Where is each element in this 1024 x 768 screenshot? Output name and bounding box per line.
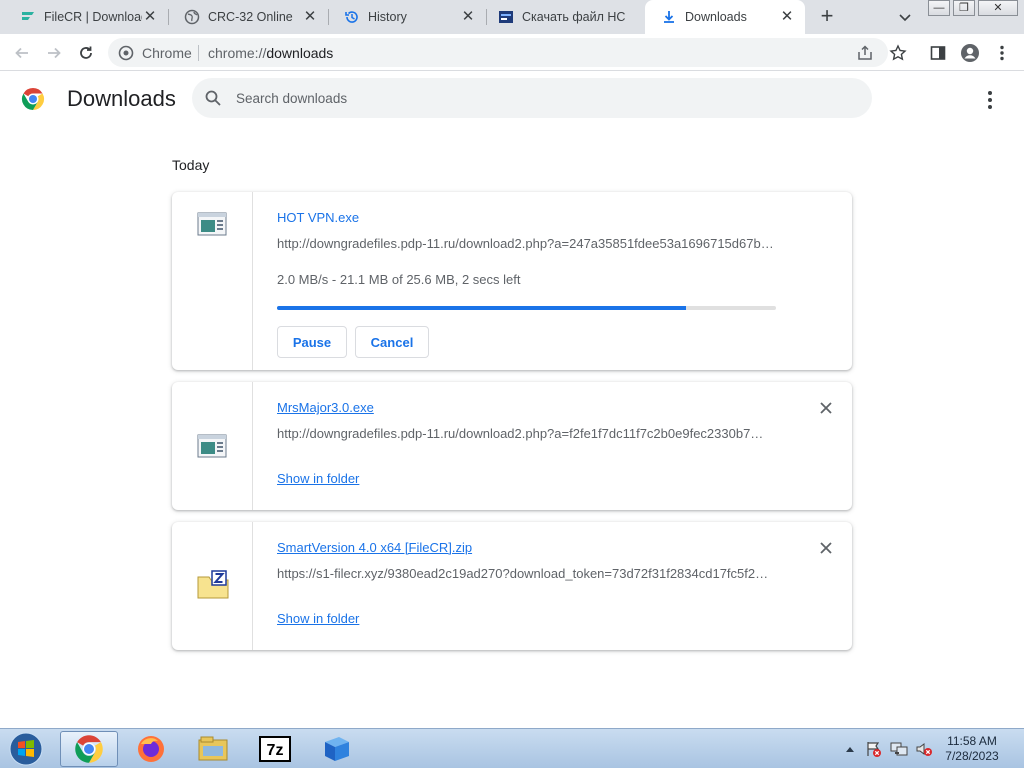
- file-name-link[interactable]: HOT VPN.exe: [277, 210, 359, 225]
- executable-icon: [196, 208, 228, 240]
- file-icon-column: [172, 192, 253, 370]
- tab-history[interactable]: History ✕: [328, 0, 486, 34]
- svg-text:7z: 7z: [267, 742, 284, 759]
- show-hidden-icons-chevron-icon[interactable]: [843, 729, 857, 768]
- clock-date: 7/28/2023: [945, 749, 999, 763]
- tab-strip: FileCR | Download ✕ CRC-32 Online ✕ Hist…: [0, 0, 1024, 34]
- action-center-flag-icon[interactable]: [864, 729, 884, 768]
- chrome-logo-icon: [21, 87, 45, 111]
- 7zip-icon: 7z: [259, 736, 291, 762]
- profile-avatar-icon[interactable]: [960, 43, 980, 63]
- close-icon[interactable]: ✕: [460, 9, 476, 25]
- tab-filecr[interactable]: FileCR | Download ✕: [4, 0, 168, 34]
- back-button[interactable]: [11, 42, 33, 64]
- chrome-menu-icon[interactable]: [992, 43, 1012, 63]
- downloads-header: Downloads: [0, 72, 1024, 128]
- tab-title: FileCR | Download: [44, 10, 142, 24]
- tab-download-site[interactable]: Скачать файл НС: [486, 0, 644, 34]
- show-in-folder-link[interactable]: Show in folder: [277, 611, 359, 626]
- tab-downloads[interactable]: Downloads ✕: [645, 0, 805, 34]
- url-path: downloads: [266, 45, 334, 61]
- share-icon[interactable]: [856, 44, 874, 62]
- download-item: MrsMajor3.0.exe http://downgradefiles.pd…: [172, 382, 852, 510]
- search-icon: [204, 89, 222, 107]
- file-icon-column: [172, 382, 253, 510]
- download-item: HOT VPN.exe http://downgradefiles.pdp-11…: [172, 192, 852, 370]
- site-icon: [498, 9, 514, 25]
- downloads-menu-icon[interactable]: [980, 88, 1000, 112]
- tab-title: Downloads: [685, 10, 747, 24]
- download-status: 2.0 MB/s - 21.1 MB of 25.6 MB, 2 secs le…: [277, 272, 521, 287]
- virtualbox-icon: [325, 737, 349, 761]
- pause-button[interactable]: Pause: [277, 326, 347, 358]
- cancel-button[interactable]: Cancel: [355, 326, 429, 358]
- restore-button[interactable]: ❐: [953, 0, 975, 16]
- progress-fill: [277, 306, 687, 310]
- bookmark-star-icon[interactable]: [888, 43, 908, 63]
- show-in-folder-link[interactable]: Show in folder: [277, 471, 359, 486]
- forward-arrow-icon: [48, 47, 61, 59]
- close-icon[interactable]: ✕: [142, 9, 158, 25]
- file-source-url: http://downgradefiles.pdp-11.ru/download…: [277, 426, 764, 441]
- taskbar-7zip[interactable]: 7z: [246, 731, 304, 767]
- minimize-button[interactable]: —: [928, 0, 950, 16]
- new-tab-button[interactable]: +: [815, 5, 839, 29]
- tab-title: History: [368, 10, 407, 24]
- windows-logo-icon: [9, 732, 43, 766]
- taskbar-firefox[interactable]: [122, 731, 180, 767]
- browser-toolbar: Chrome chrome://downloads: [0, 34, 1024, 71]
- search-input[interactable]: [236, 78, 836, 118]
- file-name-link[interactable]: SmartVersion 4.0 x64 [FileCR].zip: [277, 540, 472, 555]
- date-section-label: Today: [172, 157, 210, 173]
- history-icon: [344, 9, 360, 25]
- download-item: SmartVersion 4.0 x64 [FileCR].zip https:…: [172, 522, 852, 650]
- reload-icon: [80, 46, 92, 59]
- taskbar-chrome[interactable]: [60, 731, 118, 767]
- reload-button[interactable]: [75, 42, 97, 64]
- omnibox-site-label: Chrome: [142, 45, 192, 61]
- url-scheme: chrome://: [208, 45, 267, 61]
- file-source-url: https://s1-filecr.xyz/9380ead2c19ad270?d…: [277, 566, 769, 581]
- close-icon[interactable]: ✕: [779, 9, 795, 25]
- tab-title: Скачать файл НС: [522, 10, 626, 24]
- windows-taskbar: 7z 11:58 AM 7/28/2023: [0, 728, 1024, 768]
- remove-from-list-close-icon[interactable]: [816, 538, 836, 558]
- firefox-icon: [138, 736, 164, 762]
- close-icon[interactable]: ✕: [302, 9, 318, 25]
- download-icon: [661, 9, 677, 25]
- folder-icon: [198, 736, 228, 761]
- remove-from-list-close-icon[interactable]: [816, 398, 836, 418]
- tab-search-chevron-icon[interactable]: [895, 7, 915, 27]
- back-arrow-icon: [15, 47, 28, 59]
- chrome-page-icon: [118, 45, 134, 61]
- file-source-url: http://downgradefiles.pdp-11.ru/download…: [277, 236, 774, 251]
- executable-icon: [196, 430, 228, 462]
- page-title: Downloads: [67, 86, 176, 111]
- system-clock[interactable]: 11:58 AM 7/28/2023: [940, 734, 1004, 764]
- omnibox-divider: [198, 45, 199, 61]
- forward-button[interactable]: [43, 42, 65, 64]
- tab-crc32[interactable]: CRC-32 Online ✕: [168, 0, 328, 34]
- globe-icon: [184, 9, 200, 25]
- side-panel-icon[interactable]: [928, 43, 948, 63]
- filecr-icon: [20, 9, 36, 25]
- zip-archive-icon: [196, 568, 229, 600]
- address-bar[interactable]: Chrome chrome://downloads: [108, 38, 888, 67]
- taskbar-virtualbox[interactable]: [308, 731, 366, 767]
- url-text[interactable]: chrome://downloads: [208, 45, 333, 61]
- start-button[interactable]: [4, 731, 48, 767]
- chrome-icon: [75, 735, 103, 763]
- search-bar[interactable]: [192, 78, 872, 118]
- taskbar-file-explorer[interactable]: [184, 731, 242, 767]
- clock-time: 11:58 AM: [947, 734, 997, 748]
- download-progress-bar: [277, 306, 776, 310]
- tab-title: CRC-32 Online: [208, 10, 293, 24]
- close-window-button[interactable]: ✕: [978, 0, 1018, 16]
- volume-muted-icon[interactable]: [914, 729, 934, 768]
- network-icon[interactable]: [889, 729, 909, 768]
- file-icon-column: [172, 522, 253, 650]
- file-name-link[interactable]: MrsMajor3.0.exe: [277, 400, 374, 415]
